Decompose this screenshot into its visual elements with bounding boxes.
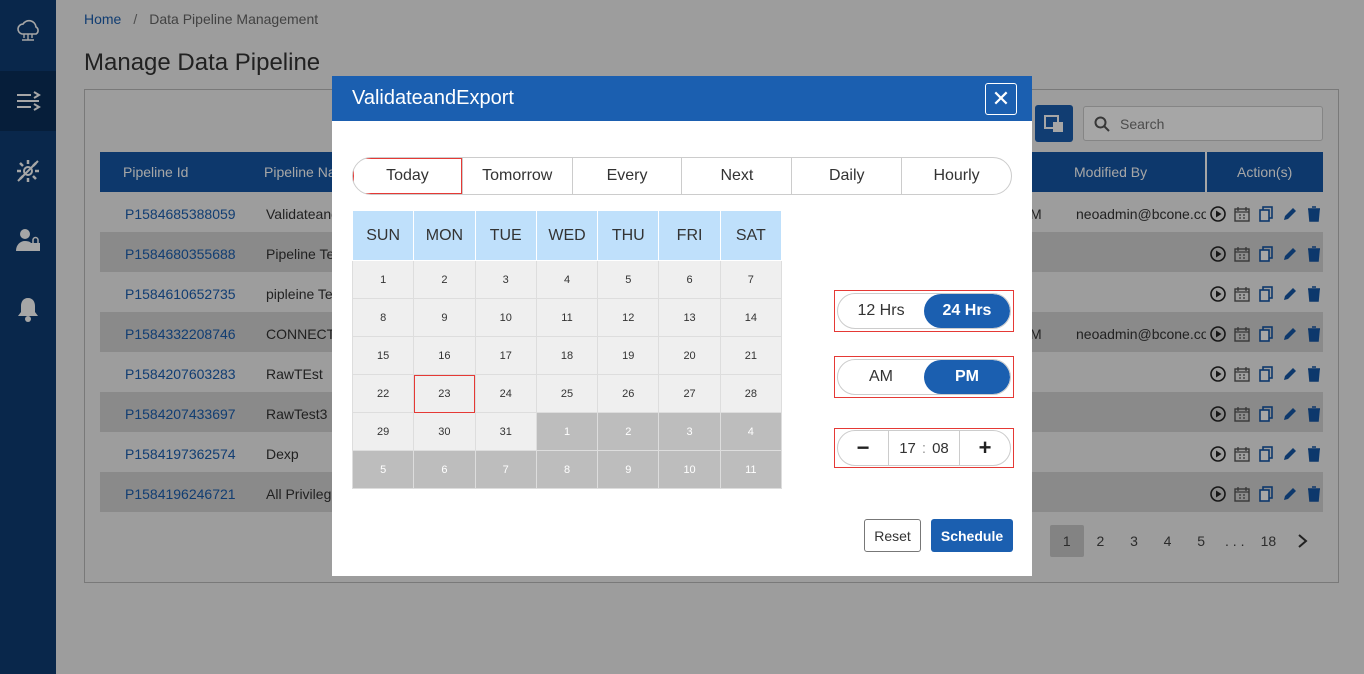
calendar-week: 8 9 10 11 12 13 14 <box>351 298 783 337</box>
reset-button[interactable]: Reset <box>864 519 921 552</box>
calendar-day[interactable]: 16 <box>413 336 476 375</box>
calendar-week: 5 6 7 8 9 10 11 <box>351 450 783 489</box>
hour-input[interactable]: 17 <box>899 440 916 457</box>
calendar-weekdays: SUN MON TUE WED THU FRI SAT <box>351 210 783 261</box>
calendar-day-next-month: 5 <box>351 450 415 489</box>
close-icon: ✕ <box>991 86 1011 111</box>
increment-button[interactable]: + <box>960 431 1010 465</box>
decrement-button[interactable]: − <box>838 431 888 465</box>
calendar-day[interactable]: 4 <box>535 260 599 299</box>
tab-today[interactable]: Today <box>353 158 462 194</box>
calendar-week: 15 16 17 18 19 20 21 <box>351 336 783 375</box>
hour-format-option[interactable]: 24 Hrs <box>924 294 1010 328</box>
calendar-day[interactable]: 31 <box>474 412 537 451</box>
weekday-wed: WED <box>535 210 599 261</box>
minus-icon: − <box>856 435 870 460</box>
calendar-day[interactable]: 19 <box>597 336 660 375</box>
close-button[interactable]: ✕ <box>985 83 1017 115</box>
weekday-tue: TUE <box>474 210 537 261</box>
calendar-day[interactable]: 11 <box>535 298 599 337</box>
calendar-day-next-month: 9 <box>597 450 660 489</box>
schedule-dialog: ValidateandExport ✕ Today Tomorrow Every Ne… <box>332 76 1032 576</box>
calendar-day[interactable]: 18 <box>535 336 599 375</box>
weekday-thu: THU <box>597 210 660 261</box>
dialog-title: ValidateandExport <box>352 87 514 109</box>
calendar-day[interactable]: 26 <box>597 374 660 413</box>
calendar-day-next-month: 6 <box>413 450 476 489</box>
calendar-day[interactable]: 15 <box>351 336 415 375</box>
calendar-day-next-month: 10 <box>658 450 721 489</box>
time-values: 17 : 08 <box>888 431 960 465</box>
calendar-day[interactable]: 5 <box>597 260 660 299</box>
weekday-mon: MON <box>413 210 476 261</box>
calendar-week: 29 30 31 1 2 3 4 <box>351 412 783 451</box>
dialog-header: ValidateandExport ✕ <box>332 76 1032 121</box>
calendar-day[interactable]: 29 <box>351 412 415 451</box>
calendar-day[interactable]: 7 <box>719 260 783 299</box>
minute-input[interactable]: 08 <box>932 440 949 457</box>
time-picker: − 17 : 08 + <box>834 428 1014 468</box>
calendar-day[interactable]: 14 <box>719 298 783 337</box>
calendar-day-next-month: 1 <box>535 412 599 451</box>
schedule-type-tabs: Today Tomorrow Every Next Daily Hourly <box>352 157 1012 195</box>
calendar-day[interactable]: 1 <box>351 260 415 299</box>
meridiem-toggle: AM PM <box>834 356 1014 398</box>
plus-icon: + <box>978 435 992 460</box>
calendar-day[interactable]: 6 <box>658 260 721 299</box>
calendar-day[interactable]: 8 <box>351 298 415 337</box>
calendar-day[interactable]: 21 <box>719 336 783 375</box>
calendar-day-next-month: 8 <box>535 450 599 489</box>
calendar-day[interactable]: 25 <box>535 374 599 413</box>
calendar-day-next-month: 4 <box>719 412 783 451</box>
time-colon: : <box>921 439 927 457</box>
calendar-days: 1 2 3 4 5 6 7 8 9 10 11 12 13 14 15 16 17 18 19 20 21 22 23 24 2… <box>351 260 783 489</box>
calendar-day-next-month: 7 <box>474 450 537 489</box>
tab-daily[interactable]: Daily <box>791 158 901 194</box>
calendar-day-next-month: 2 <box>597 412 660 451</box>
calendar-day[interactable]: 24 <box>474 374 537 413</box>
calendar-day[interactable]: 10 <box>474 298 537 337</box>
tab-next[interactable]: Next <box>681 158 791 194</box>
calendar-day[interactable]: 30 <box>413 412 476 451</box>
tab-hourly[interactable]: Hourly <box>901 158 1011 194</box>
calendar: SUN MON TUE WED THU FRI SAT 1 2 3 4 5 6 7 8 9 10 11 12 13 1… <box>351 210 783 489</box>
calendar-day[interactable]: 13 <box>658 298 721 337</box>
meridiem-option-pm[interactable]: PM <box>924 360 1010 394</box>
calendar-day[interactable]: 9 <box>413 298 476 337</box>
tab-every[interactable]: Every <box>571 158 682 194</box>
calendar-day[interactable]: 23 <box>413 374 476 413</box>
weekday-sun: SUN <box>351 210 415 261</box>
hour-format-toggle: 12 Hrs 24 Hrs <box>834 290 1014 332</box>
calendar-day-next-month: 11 <box>719 450 783 489</box>
calendar-day[interactable]: 28 <box>719 374 783 413</box>
calendar-day[interactable]: 12 <box>597 298 660 337</box>
weekday-fri: FRI <box>658 210 721 261</box>
calendar-week: 1234567 <box>351 260 783 299</box>
calendar-day[interactable]: 22 <box>351 374 415 413</box>
calendar-day-next-month: 3 <box>658 412 721 451</box>
hour-format-options: 12 Hrs 24 Hrs <box>837 293 1011 329</box>
schedule-button[interactable]: Schedule <box>931 519 1013 552</box>
calendar-day[interactable]: 27 <box>658 374 721 413</box>
calendar-week: 22 23 24 25 26 27 28 <box>351 374 783 413</box>
calendar-day[interactable]: 17 <box>474 336 537 375</box>
hour-format-option[interactable]: 12 Hrs <box>838 294 924 328</box>
calendar-day[interactable]: 2 <box>413 260 476 299</box>
meridiem-options: AM PM <box>837 359 1011 395</box>
tab-tomorrow[interactable]: Tomorrow <box>461 158 572 194</box>
weekday-sat: SAT <box>719 210 783 261</box>
calendar-day[interactable]: 3 <box>474 260 537 299</box>
meridiem-option-am[interactable]: AM <box>838 360 924 394</box>
calendar-day[interactable]: 20 <box>658 336 721 375</box>
